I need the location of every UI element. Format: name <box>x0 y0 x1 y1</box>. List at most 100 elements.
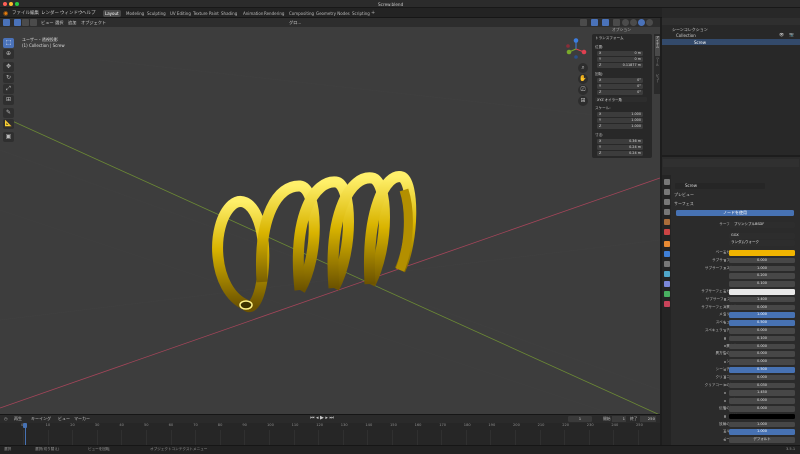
property-field[interactable]: 1.000 <box>729 421 795 428</box>
property-field[interactable]: 0.000 <box>729 328 795 334</box>
menu-help[interactable]: ヘルプ <box>82 10 96 16</box>
surface-shader-field[interactable]: プリンシプルBSDF <box>729 222 795 228</box>
timeline-menu-view[interactable]: ビュー <box>58 416 70 422</box>
property-field[interactable] <box>729 413 795 420</box>
pan-view-icon[interactable]: ✋ <box>578 74 588 84</box>
transform-header[interactable]: トランスフォーム <box>595 36 624 41</box>
add-cube-tool-icon[interactable]: ▣ <box>3 132 14 142</box>
property-field[interactable]: 1.000 <box>729 429 795 435</box>
property-field[interactable]: 1.400 <box>729 296 795 303</box>
transform-tool-icon[interactable]: ⊞ <box>3 95 14 105</box>
overlay-icon[interactable] <box>602 19 609 26</box>
add-workspace-icon[interactable]: + <box>371 10 375 16</box>
property-field[interactable]: 0.100 <box>729 281 795 287</box>
render-tab-icon[interactable] <box>663 189 670 195</box>
cursor-tool-icon[interactable]: ⊕ <box>3 49 14 59</box>
property-field[interactable]: 0.000 <box>729 406 795 412</box>
visibility-eye-icon[interactable]: 👁 <box>779 32 784 37</box>
solid-shading-icon[interactable] <box>630 19 637 26</box>
outliner-collection[interactable]: Collection <box>676 33 696 38</box>
location-x-field[interactable]: X0 m <box>597 51 643 56</box>
workspace-tab-modeling[interactable]: Modeling <box>124 10 146 17</box>
rotation-mode-dropdown[interactable]: XYZ オイラー角 <box>595 97 647 102</box>
timeline-editor-icon[interactable]: ◷ <box>4 416 8 421</box>
wireframe-shading-icon[interactable] <box>622 19 629 26</box>
rotation-y-field[interactable]: Y 0° <box>597 84 643 89</box>
timeline-menu-keying[interactable]: キーイング <box>31 416 51 422</box>
data-tab-icon[interactable] <box>663 291 670 297</box>
move-tool-icon[interactable]: ✥ <box>3 62 14 72</box>
workspace-tab-geometry-nodes[interactable]: Geometry Nodes <box>314 10 352 17</box>
menu-file[interactable]: ファイル <box>12 10 30 16</box>
blender-logo-icon[interactable]: ◉ <box>3 10 8 17</box>
render-camera-icon[interactable]: 📷 <box>789 32 794 37</box>
property-field[interactable]: 0.500 <box>729 320 795 326</box>
workspace-tab-rendering[interactable]: Rendering <box>262 10 286 17</box>
property-field[interactable]: 0.000 <box>729 359 795 365</box>
property-field[interactable]: 0.000 <box>729 351 795 357</box>
jump-end-icon[interactable]: ⏭ <box>329 415 335 421</box>
close-window-icon[interactable] <box>3 2 7 6</box>
property-field[interactable] <box>729 250 795 256</box>
workspace-tab-uv-editing[interactable]: UV Editing <box>168 10 193 17</box>
subsurface-method-dropdown[interactable]: ランダムウォーク <box>729 240 795 246</box>
measure-tool-icon[interactable]: 📐 <box>3 119 14 129</box>
gizmo-icon[interactable] <box>591 19 598 26</box>
timeline-menu-marker[interactable]: マーカー <box>74 416 90 422</box>
particles-tab-icon[interactable] <box>663 261 670 267</box>
camera-view-icon[interactable]: ⎚ <box>578 85 588 95</box>
timeline-menu-playback[interactable]: 再生 <box>14 416 22 422</box>
object-tab-icon[interactable] <box>663 241 670 247</box>
preview-panel-header[interactable]: プレビュー <box>674 192 694 198</box>
tool-tab-icon[interactable] <box>663 179 670 185</box>
viewport-menu-view[interactable]: ビュー <box>41 20 54 26</box>
workspace-tab-compositing[interactable]: Compositing <box>287 10 316 17</box>
workspace-tab-texture-paint[interactable]: Texture Paint <box>191 10 221 17</box>
dimensions-x-field[interactable]: X 0.36 m <box>597 139 643 144</box>
select-extend-icon[interactable] <box>22 19 29 26</box>
rendered-shading-icon[interactable] <box>646 19 653 26</box>
end-frame-field[interactable]: 250 <box>640 416 656 422</box>
location-z-field[interactable]: Z 0.11877 m <box>597 63 643 68</box>
workspace-tab-layout[interactable]: Layout <box>103 9 121 17</box>
property-field[interactable]: 1.000 <box>729 265 795 272</box>
property-field[interactable]: 0.000 <box>729 257 795 264</box>
annotate-tool-icon[interactable]: ✎ <box>3 108 14 118</box>
property-field[interactable]: デフォルト <box>729 437 795 443</box>
start-frame-field[interactable]: 1 <box>612 416 626 422</box>
dimensions-z-field[interactable]: Z 0.24 m <box>597 151 643 156</box>
physics-tab-icon[interactable] <box>663 271 670 277</box>
rotate-tool-icon[interactable]: ↻ <box>3 73 14 83</box>
select-mode-icon[interactable] <box>14 19 21 26</box>
property-field[interactable]: 0.500 <box>729 367 795 373</box>
output-tab-icon[interactable] <box>663 199 670 205</box>
view-layer-tab-icon[interactable] <box>663 209 670 215</box>
rotation-z-field[interactable]: Z 0° <box>597 90 643 95</box>
menu-edit[interactable]: 編集 <box>30 10 39 16</box>
visibility-icon[interactable] <box>580 19 587 26</box>
rotation-x-field[interactable]: X 0° <box>597 78 643 83</box>
scale-y-field[interactable]: Y 1.000 <box>597 118 643 123</box>
scale-x-field[interactable]: X 1.000 <box>597 112 643 117</box>
current-frame-field[interactable]: 1 <box>568 416 592 422</box>
editor-type-icon[interactable] <box>3 19 10 26</box>
select-subtract-icon[interactable] <box>30 19 37 26</box>
minimize-window-icon[interactable] <box>9 2 13 6</box>
perspective-toggle-icon[interactable]: ⊞ <box>578 96 588 106</box>
options-button[interactable]: オプション <box>612 27 631 33</box>
select-box-tool-icon[interactable]: ⬚ <box>3 38 14 48</box>
object-name-field[interactable]: Screw <box>675 183 765 189</box>
viewport-menu-add[interactable]: 追加 <box>68 20 76 26</box>
property-field[interactable]: 0.000 <box>729 343 795 350</box>
3d-viewport[interactable] <box>0 18 660 414</box>
xray-icon[interactable] <box>613 19 620 26</box>
material-shading-icon[interactable] <box>638 19 645 26</box>
property-field[interactable]: 0.200 <box>729 273 795 279</box>
distribution-dropdown[interactable]: GGX <box>729 233 795 239</box>
transform-orientation-dropdown[interactable]: グロ... <box>289 20 301 26</box>
property-field[interactable]: 0.000 <box>729 374 795 381</box>
workspace-tab-shading[interactable]: Shading <box>219 10 239 17</box>
property-field[interactable]: 0.000 <box>729 304 795 311</box>
scene-tab-icon[interactable] <box>663 219 670 225</box>
property-field[interactable]: 1.450 <box>729 390 795 396</box>
